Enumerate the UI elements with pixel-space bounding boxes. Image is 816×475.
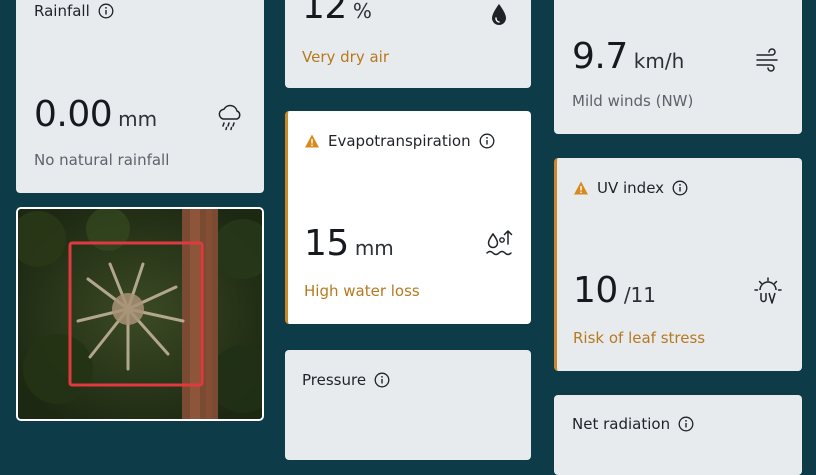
rainfall-value-row: 0.00 mm — [34, 94, 157, 135]
info-icon[interactable] — [98, 3, 114, 19]
sun-uv-icon — [753, 276, 783, 306]
humidity-caption: Very dry air — [302, 48, 389, 66]
evapotranspiration-unit: mm — [354, 236, 394, 260]
evapotranspiration-value-row: 15 mm — [304, 223, 394, 264]
humidity-unit: % — [352, 0, 372, 23]
droplet-icon — [484, 0, 514, 30]
pressure-title: Pressure — [302, 371, 390, 389]
wind-unit: km/h — [633, 49, 685, 73]
rainfall-card: Rainfall 0.00 mm No natural rainfall — [16, 0, 264, 193]
aerial-crop-image[interactable] — [16, 207, 264, 421]
aerial-photo-graphic — [18, 209, 262, 419]
uv-unit: /11 — [623, 283, 656, 307]
rainfall-title-label: Rainfall — [34, 2, 90, 20]
evapotranspiration-title: Evapotranspiration — [304, 132, 495, 150]
pressure-title-label: Pressure — [302, 371, 367, 389]
warning-icon — [304, 133, 320, 149]
rainfall-value: 0.00 — [34, 94, 113, 135]
wind-card: 9.7 km/h Mild winds (NW) — [554, 0, 802, 134]
humidity-value-row: 12 % — [302, 0, 372, 27]
info-icon[interactable] — [479, 133, 495, 149]
wind-caption: Mild winds (NW) — [572, 92, 694, 110]
info-icon[interactable] — [672, 180, 688, 196]
humidity-value: 12 — [302, 0, 347, 27]
rainfall-title: Rainfall — [34, 2, 114, 20]
uv-value-row: 10 /11 — [573, 270, 656, 311]
evaporation-icon — [485, 227, 515, 257]
evapotranspiration-caption: High water loss — [304, 282, 420, 300]
net-radiation-title: Net radiation — [572, 415, 694, 433]
net-radiation-card: Net radiation — [554, 395, 802, 475]
rain-cloud-icon — [215, 102, 245, 132]
evapotranspiration-card: Evapotranspiration 15 mm High water loss — [285, 111, 531, 324]
humidity-card: 12 % Very dry air — [285, 0, 531, 88]
evapotranspiration-value: 15 — [304, 223, 349, 264]
evapotranspiration-title-label: Evapotranspiration — [328, 132, 471, 150]
uv-value: 10 — [573, 270, 618, 311]
wind-icon — [753, 44, 783, 74]
wind-value-row: 9.7 km/h — [572, 36, 684, 77]
warning-icon — [573, 180, 589, 196]
uv-card: UV index 10 /11 Risk of leaf stress — [554, 158, 802, 371]
info-icon[interactable] — [678, 416, 694, 432]
uv-title-label: UV index — [597, 179, 665, 197]
uv-title: UV index — [573, 179, 688, 197]
wind-value: 9.7 — [572, 36, 628, 77]
net-radiation-title-label: Net radiation — [572, 415, 671, 433]
rainfall-caption: No natural rainfall — [34, 151, 170, 169]
rainfall-unit: mm — [118, 107, 158, 131]
info-icon[interactable] — [374, 372, 390, 388]
uv-caption: Risk of leaf stress — [573, 329, 706, 347]
